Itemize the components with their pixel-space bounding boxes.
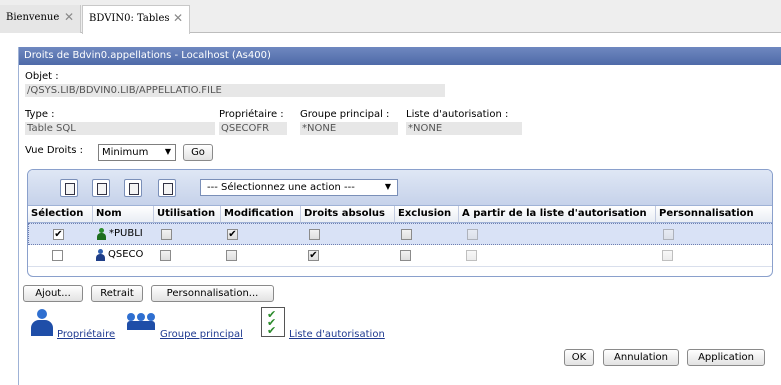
cancel-button[interactable]: Annulation <box>603 349 679 366</box>
column-header[interactable]: Droits absolus <box>301 206 395 223</box>
view-select-value: Minimum <box>102 147 149 158</box>
authorization-list-link[interactable]: Liste d'autorisation <box>289 329 385 340</box>
column-header[interactable]: Nom <box>93 206 154 223</box>
exclusion-checkbox[interactable] <box>401 229 412 240</box>
owner-icon <box>29 309 55 337</box>
settings-icon[interactable] <box>158 179 176 197</box>
select-checkbox[interactable] <box>52 250 63 261</box>
type-value: Table SQL <box>25 122 215 135</box>
table-toolbar: --- Sélectionnez une action --- ▼ <box>28 170 772 206</box>
columns-icon[interactable] <box>124 179 142 197</box>
absolute-checkbox[interactable] <box>309 229 320 240</box>
object-label: Objet : <box>25 71 59 82</box>
tab-bar: Bienvenue ✕ BDVIN0: Tables ✕ <box>0 0 781 34</box>
tab-bdvin0-tables[interactable]: BDVIN0: Tables ✕ <box>82 5 190 34</box>
dialog-title: Droits de Bdvin0.appellations - Localhos… <box>19 47 781 65</box>
use-checkbox[interactable] <box>160 250 171 261</box>
remove-button[interactable]: Retrait <box>91 285 143 302</box>
absolute-checkbox[interactable]: ✔ <box>308 250 319 261</box>
owner-link[interactable]: Propriétaire <box>57 329 115 340</box>
go-button[interactable]: Go <box>183 144 213 161</box>
column-header[interactable]: Personnalisation <box>656 206 772 223</box>
close-icon[interactable]: ✕ <box>64 10 74 24</box>
ok-button[interactable]: OK <box>564 349 594 366</box>
owner-label: Propriétaire : <box>219 109 284 120</box>
column-header[interactable]: Exclusion <box>395 206 459 223</box>
tab-label: Bienvenue <box>6 12 60 23</box>
object-value: /QSYS.LIB/BDVIN0.LIB/APPELLATIO.FILE <box>25 84 445 97</box>
table-row[interactable]: ✔ *PUBLI ✔ <box>28 223 772 245</box>
use-checkbox[interactable] <box>161 229 172 240</box>
group-value: *NONE <box>300 122 398 135</box>
view-label: Vue Droits : <box>25 145 83 156</box>
owner-value: QSECOFR <box>219 122 287 135</box>
group-link[interactable]: Groupe principal <box>160 329 243 340</box>
tab-bienvenue[interactable]: Bienvenue ✕ <box>0 5 81 33</box>
custom-checkbox <box>662 250 673 261</box>
column-header[interactable]: Modification <box>221 206 301 223</box>
deselect-all-icon[interactable] <box>92 179 110 197</box>
permissions-table: --- Sélectionnez une action --- ▼ Sélect… <box>27 169 773 277</box>
group-label: Groupe principal : <box>300 109 390 120</box>
column-header[interactable]: A partir de la liste d'autorisation <box>459 206 656 223</box>
close-icon[interactable]: ✕ <box>173 11 183 25</box>
authlist-value: *NONE <box>406 122 522 135</box>
from-list-checkbox <box>467 229 478 240</box>
table-row[interactable]: QSECO ✔ <box>28 245 772 267</box>
customize-button[interactable]: Personnalisation... <box>151 285 274 302</box>
custom-checkbox <box>663 229 674 240</box>
type-label: Type : <box>25 109 55 120</box>
permissions-dialog: Droits de Bdvin0.appellations - Localhos… <box>18 47 781 385</box>
from-list-checkbox <box>466 250 477 261</box>
user-name: *PUBLI <box>109 228 143 239</box>
user-name: QSECO <box>108 249 144 260</box>
tab-label: BDVIN0: Tables <box>89 13 170 24</box>
view-select[interactable]: Minimum ▼ <box>98 144 176 161</box>
user-icon <box>96 249 105 262</box>
apply-button[interactable]: Application <box>687 349 765 366</box>
chevron-down-icon: ▼ <box>164 147 171 156</box>
column-header[interactable]: Sélection <box>28 206 93 223</box>
modify-checkbox[interactable]: ✔ <box>227 229 238 240</box>
authorization-list-icon: ✔ ✔ ✔ <box>261 307 285 337</box>
exclusion-checkbox[interactable] <box>400 250 411 261</box>
chevron-down-icon: ▼ <box>384 182 391 191</box>
user-icon <box>97 228 106 241</box>
authlist-label: Liste d'autorisation : <box>406 109 509 120</box>
group-icon <box>127 313 157 331</box>
add-button[interactable]: Ajout... <box>23 285 83 302</box>
select-all-icon[interactable] <box>60 179 78 197</box>
action-select[interactable]: --- Sélectionnez une action --- ▼ <box>200 179 398 196</box>
select-checkbox[interactable]: ✔ <box>53 229 64 240</box>
action-select-value: --- Sélectionnez une action --- <box>207 182 355 193</box>
column-header[interactable]: Utilisation <box>154 206 221 223</box>
modify-checkbox[interactable] <box>226 250 237 261</box>
